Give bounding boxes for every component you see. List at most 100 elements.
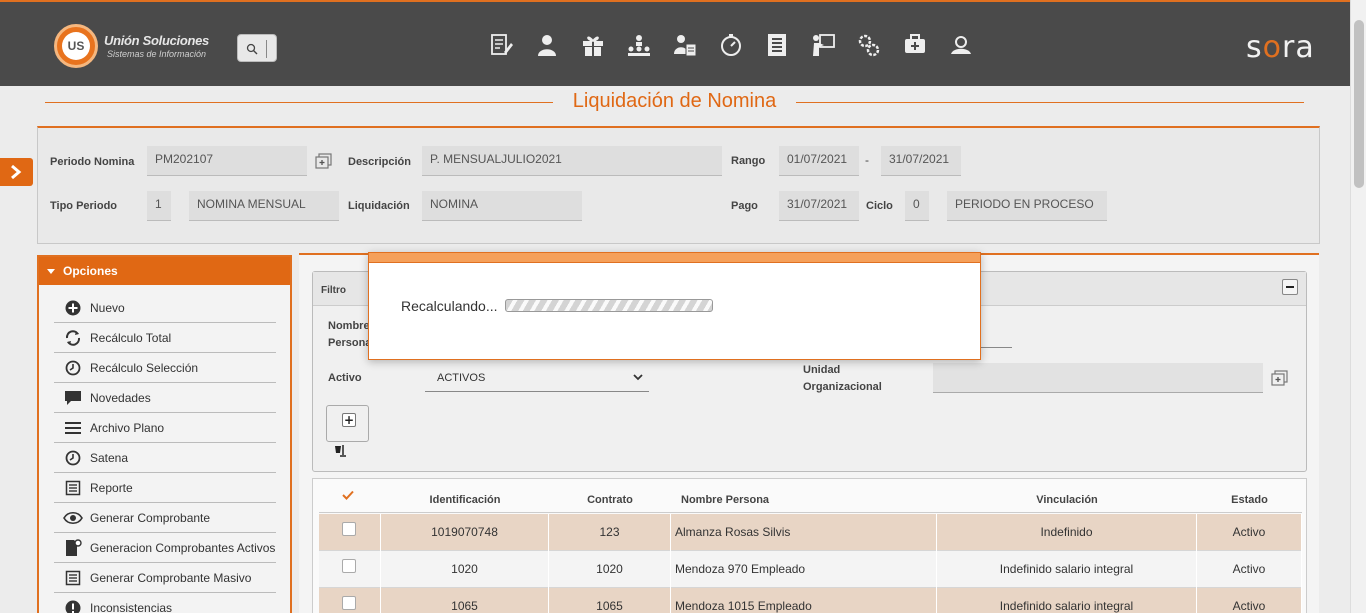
user-card-icon[interactable] [671, 30, 699, 60]
user-icon[interactable] [533, 30, 561, 60]
option-label: Reporte [90, 480, 133, 495]
row-select-cell [319, 588, 381, 613]
table-row[interactable]: 1019070748 123 Almanza Rosas Silvis Inde… [319, 514, 1302, 551]
tipo-periodo-code-field[interactable]: 1 [147, 191, 171, 221]
option-label: Satena [90, 450, 129, 465]
activo-select-value: ACTIVOS [437, 372, 486, 384]
option-label: Generacion Comprobantes Activos [90, 540, 276, 555]
option-label: Generar Comprobante [90, 510, 211, 525]
option-generar-comprobante[interactable]: Generar Comprobante [54, 503, 276, 533]
row-select-cell [319, 514, 381, 551]
recalculating-dialog: Recalculando... [368, 252, 981, 360]
clear-filter-icon[interactable] [333, 444, 347, 458]
cell-estado: Activo [1197, 588, 1302, 613]
unidad-organizacional-label: Unidad Organizacional [803, 364, 882, 393]
col-identificacion[interactable]: Identificación [381, 494, 549, 506]
filter-title: Filtro [321, 285, 346, 296]
gears-icon[interactable] [855, 30, 883, 60]
ciclo-label: Ciclo [866, 200, 893, 212]
cell-nombre: Almanza Rosas Silvis [671, 514, 937, 551]
list-document-icon[interactable] [763, 30, 791, 60]
top-bar: US Unión Soluciones Sistemas de Informac… [0, 0, 1350, 86]
report-icon [60, 568, 86, 588]
search-button[interactable] [237, 34, 277, 62]
edit-document-icon[interactable] [487, 30, 515, 60]
options-header[interactable]: Opciones [39, 257, 290, 285]
scroll-thumb[interactable] [1354, 20, 1364, 188]
stopwatch-icon[interactable] [717, 30, 745, 60]
tipo-periodo-field[interactable]: NOMINA MENSUAL [189, 191, 339, 221]
row-checkbox[interactable] [342, 596, 356, 610]
col-nombre-persona[interactable]: Nombre Persona [671, 494, 937, 506]
option-label: Recálculo Total [90, 330, 172, 345]
clock-icon [60, 358, 86, 378]
medical-case-icon[interactable] [901, 30, 929, 60]
presentation-icon[interactable] [809, 30, 837, 60]
row-checkbox[interactable] [342, 522, 356, 536]
periodo-field[interactable]: PM202107 [147, 146, 307, 176]
org-chart-icon[interactable] [625, 30, 653, 60]
option-satena[interactable]: Satena [54, 443, 276, 473]
col-estado[interactable]: Estado [1197, 494, 1302, 506]
cell-contrato: 1020 [549, 551, 671, 588]
option-label: Inconsistencias [90, 601, 173, 613]
table-row[interactable]: 1065 1065 Mendoza 1015 Empleado Indefini… [319, 588, 1302, 613]
descripcion-field[interactable]: P. MENSUALJULIO2021 [422, 146, 722, 176]
option-recalculo-total[interactable]: Recálculo Total [54, 323, 276, 353]
check-all-icon[interactable] [342, 490, 354, 500]
pago-field[interactable]: 31/07/2021 [779, 191, 859, 221]
unidad-organizacional-field[interactable] [933, 363, 1263, 393]
ciclo-field[interactable]: 0 [905, 191, 929, 221]
col-contrato[interactable]: Contrato [549, 494, 671, 506]
cell-estado: Activo [1197, 514, 1302, 551]
page-title: Liquidación de Nomina [572, 90, 777, 112]
file-gear-icon [60, 538, 86, 558]
option-inconsistencias[interactable]: Inconsistencias [54, 593, 276, 613]
activo-select[interactable]: ACTIVOS [425, 364, 649, 392]
nombre-persona-input-underline[interactable] [980, 347, 1012, 348]
cell-nombre: Mendoza 1015 Empleado [671, 588, 937, 613]
progress-bar [505, 299, 713, 312]
option-novedades[interactable]: Novedades [54, 383, 276, 413]
option-label: Novedades [90, 390, 151, 405]
periodo-label: Periodo Nomina [50, 156, 135, 168]
rango-label: Rango [731, 155, 766, 167]
option-label: Archivo Plano [90, 420, 165, 435]
id-badge-icon[interactable] [947, 30, 975, 60]
chevron-right-icon [11, 164, 22, 180]
refresh-icon [60, 328, 86, 348]
rango-separator: - [865, 153, 869, 167]
sidebar-toggle-button[interactable] [0, 158, 33, 186]
estado-periodo-field[interactable]: PERIODO EN PROCESO [947, 191, 1107, 221]
cell-contrato: 123 [549, 514, 671, 551]
search-icon [246, 43, 258, 55]
option-generacion-comprobantes-activos[interactable]: Generacion Comprobantes Activos [54, 533, 276, 563]
liquidacion-field[interactable]: NOMINA [422, 191, 582, 221]
cell-contrato: 1065 [549, 588, 671, 613]
rango-hasta-field[interactable]: 31/07/2021 [881, 146, 961, 176]
option-generar-comprobante-masivo[interactable]: Generar Comprobante Masivo [54, 563, 276, 593]
table-row[interactable]: 1020 1020 Mendoza 970 Empleado Indefinid… [319, 551, 1302, 588]
rango-desde-field[interactable]: 01/07/2021 [779, 146, 859, 176]
lookup-icon[interactable] [1271, 370, 1289, 386]
col-vinculacion[interactable]: Vinculación [937, 494, 1197, 506]
page-scrollbar[interactable] [1350, 0, 1366, 613]
sora-brand-logo: sora [1246, 30, 1315, 65]
clock-icon [60, 448, 86, 468]
company-logo[interactable]: US [54, 24, 98, 68]
gift-icon[interactable] [579, 30, 607, 60]
employees-grid: Identificación Contrato Nombre Persona V… [312, 478, 1307, 613]
option-recalculo-seleccion[interactable]: Recálculo Selección [54, 353, 276, 383]
option-reporte[interactable]: Reporte [54, 473, 276, 503]
options-title: Opciones [63, 264, 118, 278]
option-nuevo[interactable]: Nuevo [54, 293, 276, 323]
option-archivo-plano[interactable]: Archivo Plano [54, 413, 276, 443]
logo-subtitle: Sistemas de Información [107, 49, 207, 59]
collapse-button[interactable] [1282, 279, 1298, 295]
row-checkbox[interactable] [342, 559, 356, 573]
alert-icon [60, 598, 86, 613]
lookup-icon[interactable] [315, 153, 333, 169]
add-filter-button[interactable]: + [326, 405, 369, 442]
cell-vinculacion: Indefinido [937, 514, 1197, 551]
cell-nombre: Mendoza 970 Empleado [671, 551, 937, 588]
